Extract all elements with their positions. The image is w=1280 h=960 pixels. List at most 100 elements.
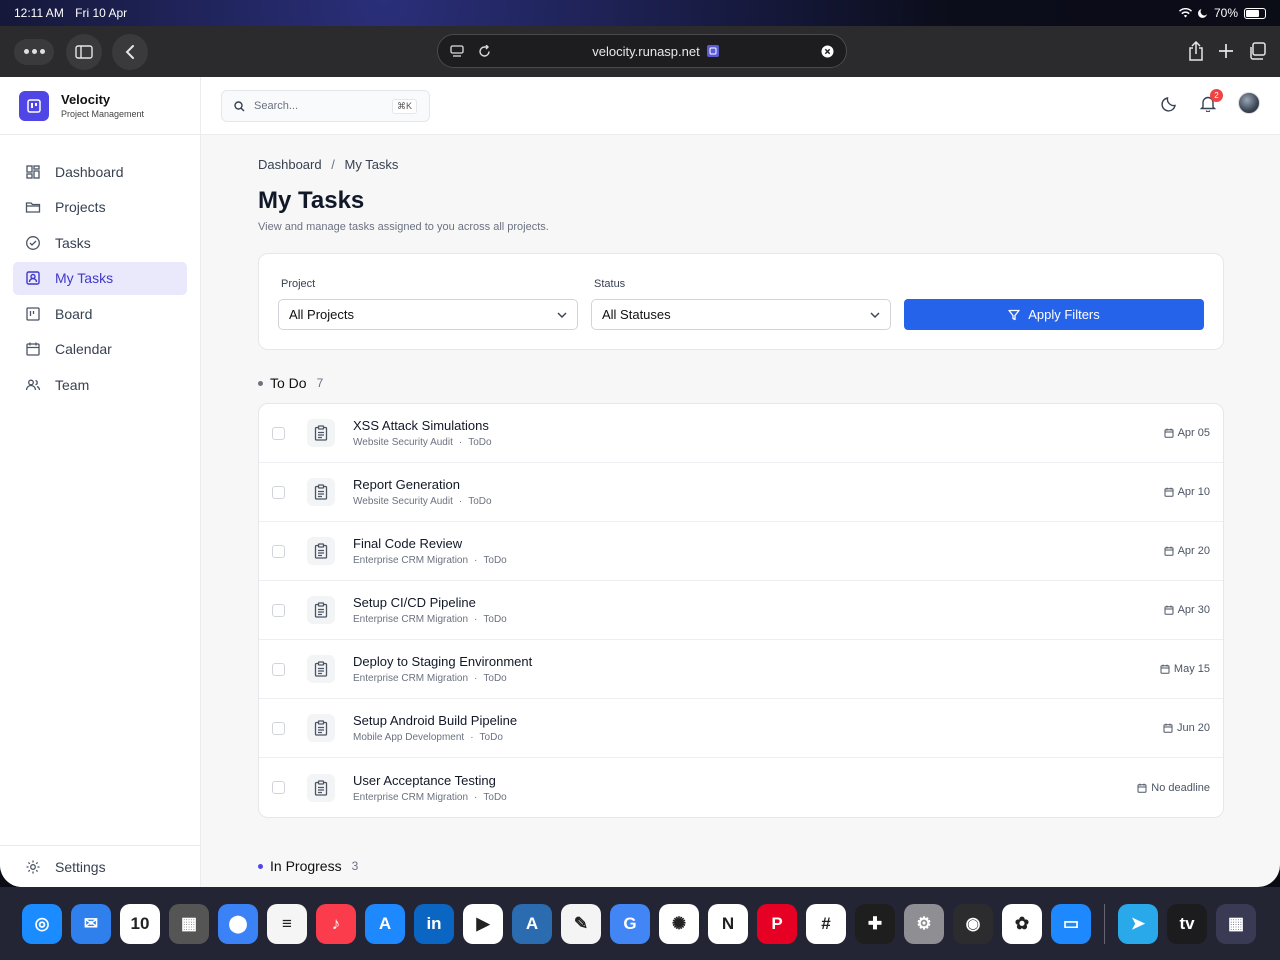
meta-separator-dot: · xyxy=(474,614,478,625)
notion-app-icon[interactable]: N xyxy=(708,903,748,944)
safari-app-icon[interactable]: ◎ xyxy=(22,903,62,944)
sidebar-item-my-tasks[interactable]: My Tasks xyxy=(13,261,187,295)
tabs-overview-icon[interactable] xyxy=(1248,42,1266,60)
translate-app-icon[interactable]: A xyxy=(512,903,552,944)
task-due-text: Jun 20 xyxy=(1176,722,1210,734)
task-checkbox[interactable] xyxy=(272,426,285,440)
sidebar-item-label: Team xyxy=(55,376,90,393)
project-select[interactable]: All Projects xyxy=(278,299,578,330)
table-row[interactable]: XSS Attack Simulations Website Security … xyxy=(259,404,1223,463)
apple-tv-app-icon[interactable]: tv xyxy=(1167,903,1207,944)
task-name[interactable]: Final Code Review xyxy=(353,536,507,551)
mail-app-icon[interactable]: ✉ xyxy=(71,903,111,944)
task-name[interactable]: Setup CI/CD Pipeline xyxy=(353,595,507,610)
task-status: ToDo xyxy=(483,673,507,684)
linkedin-app-icon[interactable]: in xyxy=(414,903,454,944)
calendar-app-icon[interactable]: 10 xyxy=(120,903,160,944)
table-row[interactable]: Setup Android Build Pipeline Mobile App … xyxy=(259,699,1223,758)
app-store-app-icon[interactable]: A xyxy=(365,903,405,944)
sidebar-item-team[interactable]: Team xyxy=(13,368,187,401)
back-button[interactable] xyxy=(112,33,148,70)
app-library-app-icon[interactable]: ▦ xyxy=(1216,903,1256,944)
settings-app-icon[interactable]: ⚙ xyxy=(904,903,944,944)
task-status: ToDo xyxy=(483,555,507,566)
clipboard-icon xyxy=(307,478,335,506)
task-due-date: Apr 05 xyxy=(1164,427,1210,439)
task-name[interactable]: User Acceptance Testing xyxy=(353,773,507,788)
new-tab-icon[interactable] xyxy=(1218,43,1234,59)
task-name[interactable]: Report Generation xyxy=(353,477,492,492)
task-due-date: Apr 30 xyxy=(1164,604,1210,616)
brand[interactable]: Velocity Project Management xyxy=(0,77,200,135)
clear-url-icon[interactable] xyxy=(821,45,834,58)
database-app-icon[interactable]: ⬤ xyxy=(218,903,258,944)
figma-app-icon[interactable]: ✚ xyxy=(855,903,895,944)
reload-icon[interactable] xyxy=(478,44,491,58)
table-row[interactable]: Report Generation Website Security Audit… xyxy=(259,463,1223,522)
page-title: My Tasks xyxy=(258,187,365,214)
notifications-button[interactable]: 2 xyxy=(1200,88,1223,112)
music-app-icon[interactable]: ♪ xyxy=(316,903,356,944)
apply-filters-label: Apply Filters xyxy=(1028,307,1100,322)
sidebar-item-tasks[interactable]: Tasks xyxy=(13,226,187,259)
sidebar-item-dashboard[interactable]: Dashboard xyxy=(13,155,187,188)
google-translate-app-icon[interactable]: G xyxy=(610,903,650,944)
multitask-dots-button[interactable] xyxy=(14,38,54,65)
status-select[interactable]: All Statuses xyxy=(591,299,891,330)
todo-count: 7 xyxy=(316,376,324,390)
table-row[interactable]: Setup CI/CD Pipeline Enterprise CRM Migr… xyxy=(259,581,1223,640)
photos-app-icon[interactable]: ✿ xyxy=(1002,903,1042,944)
address-bar[interactable]: velocity.runasp.net xyxy=(437,34,847,68)
sidebar-item-projects[interactable]: Projects xyxy=(13,191,187,224)
telegram-app-icon[interactable]: ➤ xyxy=(1118,903,1158,944)
breadcrumb-dashboard[interactable]: Dashboard xyxy=(258,157,322,172)
in-progress-section-title: In Progress xyxy=(270,858,342,874)
task-name[interactable]: Setup Android Build Pipeline xyxy=(353,713,517,728)
board-icon xyxy=(25,306,41,322)
chatgpt-app-icon[interactable]: ✺ xyxy=(659,903,699,944)
apply-filters-button[interactable]: Apply Filters xyxy=(904,299,1204,330)
url-text[interactable]: velocity.runasp.net xyxy=(592,44,699,59)
sidebar-item-label: Projects xyxy=(55,199,106,215)
meta-separator-dot: · xyxy=(474,555,478,566)
slack-app-icon[interactable]: # xyxy=(806,903,846,944)
reader-icon[interactable] xyxy=(450,44,464,58)
task-checkbox[interactable] xyxy=(272,485,285,499)
files-app-icon[interactable]: ▭ xyxy=(1051,903,1091,944)
sidebar-nav: Dashboard Projects Tasks My Tasks Board … xyxy=(0,135,200,424)
sidebar-item-settings[interactable]: Settings xyxy=(0,845,200,887)
dark-mode-toggle-icon[interactable] xyxy=(1161,95,1178,112)
search-placeholder: Search... xyxy=(254,100,299,112)
sidebar-item-board[interactable]: Board xyxy=(13,297,187,330)
task-checkbox[interactable] xyxy=(272,662,285,676)
notes-app-icon[interactable]: ≡ xyxy=(267,903,307,944)
freeform-app-icon[interactable]: ✎ xyxy=(561,903,601,944)
moon-icon xyxy=(1198,8,1208,18)
youtube-app-icon[interactable]: ▶ xyxy=(463,903,503,944)
calendar-icon xyxy=(1163,723,1173,733)
table-row[interactable]: Deploy to Staging Environment Enterprise… xyxy=(259,640,1223,699)
wifi-icon xyxy=(1178,8,1192,18)
task-name[interactable]: Deploy to Staging Environment xyxy=(353,654,532,669)
table-row[interactable]: Final Code Review Enterprise CRM Migrati… xyxy=(259,522,1223,581)
task-name[interactable]: XSS Attack Simulations xyxy=(353,418,492,433)
calculator-app-icon[interactable]: ▦ xyxy=(169,903,209,944)
sidebar-toggle-button[interactable] xyxy=(66,33,102,70)
task-checkbox[interactable] xyxy=(272,781,285,794)
search-input[interactable]: Search... ⌘K xyxy=(221,90,430,122)
task-checkbox[interactable] xyxy=(272,544,285,558)
avatar[interactable] xyxy=(1238,92,1260,114)
status-select-value: All Statuses xyxy=(602,307,671,322)
dock: ◎ ✉ 10 ▦ ⬤ ≡ ♪ Ain ▶ A ✎ G ✺ N P # ✚ ⚙ ◉ ✿ ▭ ➤ tv ▦ xyxy=(0,887,1280,960)
breadcrumb: Dashboard / My Tasks xyxy=(258,157,1224,172)
task-checkbox[interactable] xyxy=(272,721,285,735)
share-icon[interactable] xyxy=(1188,41,1204,61)
pinterest-app-icon[interactable]: P xyxy=(757,903,797,944)
task-due-text: Apr 20 xyxy=(1177,545,1210,557)
camera-app-icon[interactable]: ◉ xyxy=(953,903,993,944)
table-row[interactable]: User Acceptance Testing Enterprise CRM M… xyxy=(259,758,1223,817)
sidebar-item-calendar[interactable]: Calendar xyxy=(13,333,187,366)
extension-icon[interactable] xyxy=(706,44,720,58)
task-checkbox[interactable] xyxy=(272,603,285,617)
task-due-text: Apr 05 xyxy=(1177,427,1210,439)
